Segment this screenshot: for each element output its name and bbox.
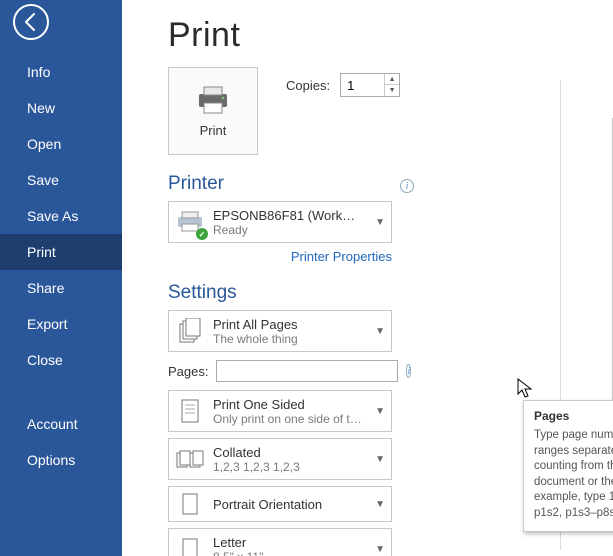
copies-row: Copies: ▲ ▼: [286, 73, 400, 97]
back-button[interactable]: [9, 0, 53, 44]
page-title: Print: [168, 16, 613, 55]
sidebar-item-new[interactable]: New: [0, 90, 122, 126]
printer-selector[interactable]: EPSONB86F81 (WorkForce 8... Ready ▼: [168, 201, 392, 243]
printer-icon: [195, 85, 231, 115]
copies-up[interactable]: ▲: [385, 74, 399, 85]
back-arrow-icon: [12, 3, 50, 41]
pages-info-icon[interactable]: i: [406, 364, 411, 378]
copies-spinner[interactable]: ▲ ▼: [340, 73, 400, 97]
pages-label: Pages:: [168, 364, 208, 379]
collation-selector[interactable]: Collated 1,2,3 1,2,3 1,2,3 ▼: [168, 438, 392, 480]
sidebar-item-print[interactable]: Print: [0, 234, 122, 270]
backstage-sidebar: Info New Open Save Save As Print Share E…: [0, 0, 122, 556]
sidebar-item-export[interactable]: Export: [0, 306, 122, 342]
chevron-down-icon: ▼: [375, 406, 385, 417]
settings-heading: Settings: [168, 282, 613, 304]
print-button[interactable]: Print: [168, 67, 258, 155]
print-button-label: Print: [200, 123, 227, 138]
chevron-down-icon: ▼: [375, 499, 385, 510]
orientation-selector[interactable]: Portrait Orientation ▼: [168, 486, 392, 522]
paper-size-selector[interactable]: Letter 8.5" x 11" ▼: [168, 528, 392, 556]
chevron-down-icon: ▼: [375, 326, 385, 337]
printer-status-icon: [175, 207, 205, 237]
print-range-selector[interactable]: Print All Pages The whole thing ▼: [168, 310, 392, 352]
sidebar-item-save[interactable]: Save: [0, 162, 122, 198]
sidebar-item-close[interactable]: Close: [0, 342, 122, 378]
pages-stack-icon: [175, 316, 205, 346]
sidebar-item-options[interactable]: Options: [0, 442, 122, 478]
printer-info-icon[interactable]: i: [400, 179, 414, 193]
sidebar-item-share[interactable]: Share: [0, 270, 122, 306]
sidebar-item-open[interactable]: Open: [0, 126, 122, 162]
sidebar-item-info[interactable]: Info: [0, 54, 122, 90]
page-single-icon: [175, 396, 205, 426]
tooltip-title: Pages: [534, 409, 613, 423]
copies-down[interactable]: ▼: [385, 85, 399, 96]
printer-name: EPSONB86F81 (WorkForce 8...: [213, 208, 363, 223]
sidebar-item-saveas[interactable]: Save As: [0, 198, 122, 234]
sides-selector[interactable]: Print One Sided Only print on one side o…: [168, 390, 392, 432]
tooltip-body: Type page numbers and/or page ranges sep…: [534, 428, 613, 521]
chevron-down-icon: ▼: [375, 217, 385, 228]
printer-properties-link[interactable]: Printer Properties: [168, 249, 392, 264]
copies-input[interactable]: [341, 74, 379, 96]
chevron-down-icon: ▼: [375, 454, 385, 465]
collate-icon: [175, 444, 205, 474]
printer-heading: Printer: [168, 173, 613, 195]
pages-input[interactable]: [216, 360, 398, 382]
portrait-icon: [175, 489, 205, 519]
pages-tooltip: Pages Type page numbers and/or page rang…: [523, 400, 613, 532]
printer-status: Ready: [213, 223, 363, 237]
print-panel: Print Print Copies: ▲: [122, 0, 613, 556]
print-backstage: Info New Open Save Save As Print Share E…: [0, 0, 613, 556]
copies-label: Copies:: [286, 78, 330, 93]
paper-icon: [175, 534, 205, 556]
chevron-down-icon: ▼: [375, 544, 385, 555]
sidebar-item-account[interactable]: Account: [0, 406, 122, 442]
